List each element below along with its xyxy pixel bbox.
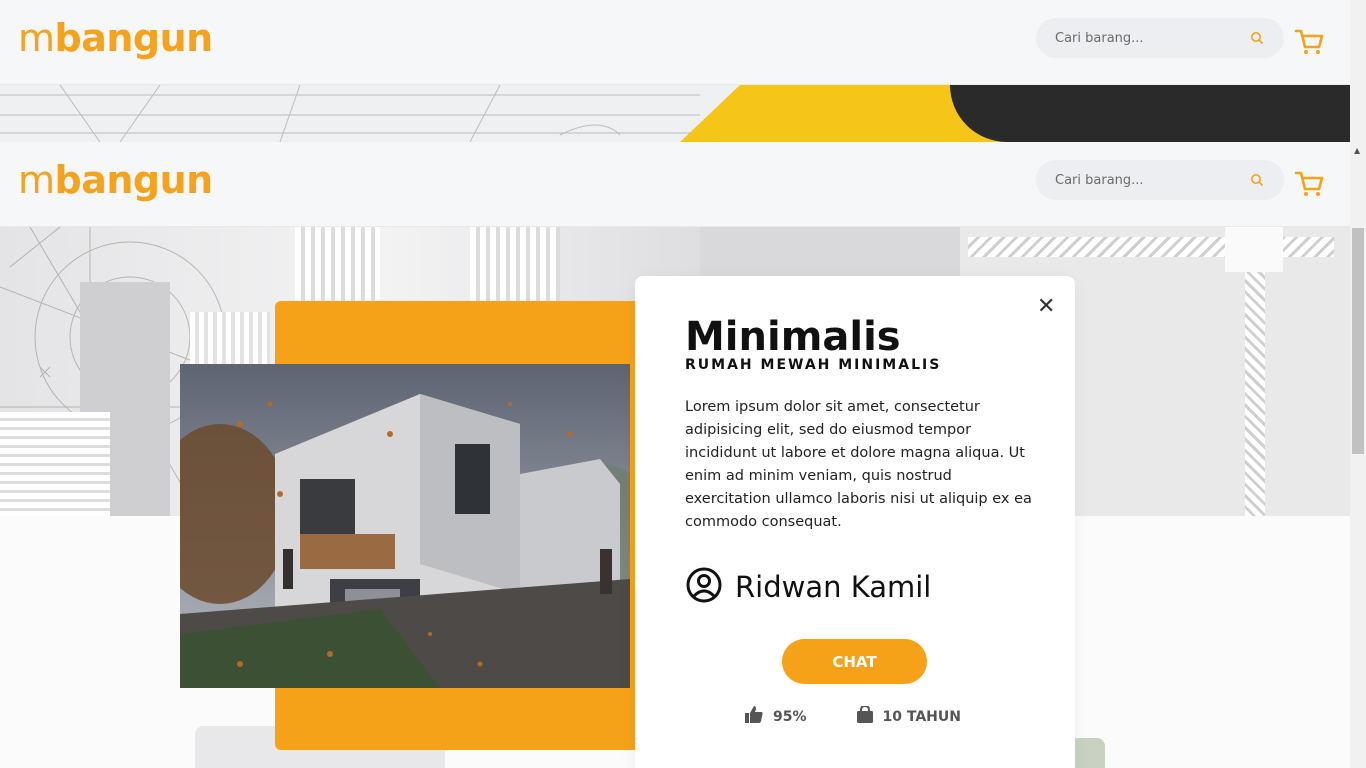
chat-button[interactable]: CHAT (782, 639, 927, 684)
experience-stat: 10 TAHUN (856, 704, 961, 727)
building-shape (470, 227, 560, 307)
sticky-header: mbangun (0, 142, 1350, 227)
author-info[interactable]: Ridwan Kamil (685, 566, 931, 608)
hero-image-strip (0, 85, 1350, 142)
user-circle-icon (685, 566, 723, 608)
experience-value: 10 TAHUN (882, 708, 961, 725)
cart-icon[interactable] (1294, 28, 1324, 60)
search-input[interactable] (1055, 18, 1245, 58)
product-description: Lorem ipsum dolor sit amet, consectetur … (685, 399, 1032, 530)
scrollbar[interactable]: ▲ (1350, 0, 1366, 768)
thumbs-up-icon (745, 706, 763, 727)
scroll-up-icon[interactable]: ▲ (1354, 146, 1360, 155)
stats-row: 95% 10 TAHUN (745, 704, 961, 727)
brand-logo-2[interactable]: mbangun (18, 158, 213, 202)
rating-stat: 95% (745, 706, 807, 727)
search-bar-2[interactable] (1036, 160, 1284, 200)
author-name: Ridwan Kamil (735, 570, 932, 604)
search-icon[interactable] (1250, 30, 1264, 49)
top-header: mbangun (0, 0, 1350, 85)
blueprint-lines (0, 85, 700, 142)
product-title: Minimalis (685, 314, 901, 360)
gallery-thumbnail[interactable] (1070, 738, 1105, 768)
building-shape (0, 412, 110, 516)
brand-logo[interactable]: mbangun (18, 16, 213, 60)
shopping-bag-icon (856, 704, 873, 727)
search-icon[interactable] (1250, 172, 1264, 191)
product-subtitle: RUMAH MEWAH MINIMALIS (685, 357, 942, 373)
crane-cab (1225, 227, 1283, 272)
scrollbar-thumb[interactable] (1352, 228, 1364, 454)
rating-value: 95% (773, 708, 807, 725)
dark-shape (950, 85, 1350, 142)
crane-tower (1245, 257, 1265, 516)
cart-icon[interactable] (1294, 170, 1324, 202)
search-bar[interactable] (1036, 18, 1284, 58)
product-detail-card: ✕ Minimalis RUMAH MEWAH MINIMALIS Lorem … (635, 276, 1075, 768)
house-photo (180, 364, 630, 688)
close-icon[interactable]: ✕ (1037, 294, 1055, 319)
search-input-2[interactable] (1055, 160, 1245, 200)
